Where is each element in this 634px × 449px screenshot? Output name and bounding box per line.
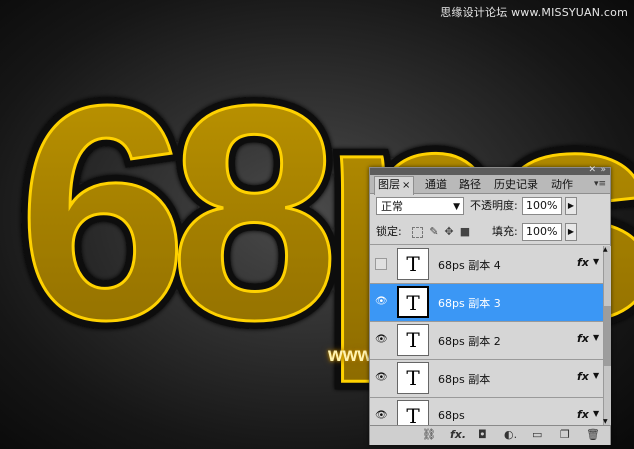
layer-row-copy3[interactable]: 👁 T 68ps 副本 3 <box>370 284 603 322</box>
layer-row-copy[interactable]: 👁 T 68ps 副本 fx ▼ <box>370 360 603 398</box>
panel-close-icon[interactable]: ✕ <box>588 165 596 175</box>
lock-pixels-brush-icon[interactable]: ✎ <box>428 226 440 238</box>
adjustment-icon[interactable]: ◐. <box>504 428 517 441</box>
fill-slider-button[interactable]: ▶ <box>565 223 577 241</box>
eye-icon[interactable]: 👁 <box>375 296 388 308</box>
text-layer-thumbnail: T <box>397 248 429 280</box>
link-icon[interactable]: ⛓ <box>422 428 436 441</box>
layer-name[interactable]: 68ps 副本 <box>438 371 490 387</box>
expand-effects-icon[interactable]: ▼ <box>593 333 599 342</box>
text-layer-thumbnail: T <box>397 400 429 425</box>
expand-effects-icon[interactable]: ▼ <box>593 257 599 266</box>
fill-label: 填充: <box>492 225 518 238</box>
layer-name[interactable]: 68ps 副本 4 <box>438 257 501 273</box>
blend-mode-value: 正常 <box>381 200 403 213</box>
folder-icon[interactable]: ▭ <box>532 428 542 441</box>
mask-icon[interactable]: ◘ <box>478 428 487 441</box>
panel-bottom-toolbar: ⛓ fx. ◘ ◐. ▭ ❐ 🗑 <box>370 425 610 445</box>
visibility-toggle-empty[interactable] <box>375 258 387 270</box>
lock-position-move-icon[interactable]: ✥ <box>443 226 455 238</box>
eye-icon[interactable]: 👁 <box>375 334 388 346</box>
layer-list: T 68ps 副本 4 fx ▼ 👁 T 68ps 副本 3 👁 T 68ps … <box>370 246 603 425</box>
expand-effects-icon[interactable]: ▼ <box>593 409 599 418</box>
tab-close-icon[interactable]: × <box>402 180 410 191</box>
opacity-input[interactable]: 100% <box>522 197 562 215</box>
eye-icon[interactable]: 👁 <box>375 410 388 422</box>
scrollbar-thumb[interactable] <box>604 306 611 366</box>
panel-tabs: 图层 × 通道 路径 历史记录 动作 ▾≡ <box>370 175 610 195</box>
tab-layers-label: 图层 <box>378 178 400 191</box>
layer-name[interactable]: 68ps 副本 2 <box>438 333 501 349</box>
collapse-icon[interactable]: » <box>600 165 606 175</box>
layer-row-base[interactable]: 👁 T 68ps fx ▼ <box>370 398 603 425</box>
text-layer-thumbnail: T <box>397 362 429 394</box>
fx-badge[interactable]: fx <box>577 332 589 345</box>
eye-icon[interactable]: 👁 <box>375 372 388 384</box>
text-layer-thumbnail: T <box>397 324 429 356</box>
scroll-down-icon[interactable]: ▼ <box>603 418 608 425</box>
tab-paths[interactable]: 路径 <box>456 177 484 193</box>
lock-all-icon[interactable]: ■ <box>459 226 471 238</box>
fx-badge[interactable]: fx <box>577 370 589 383</box>
layer-row-copy4[interactable]: T 68ps 副本 4 fx ▼ <box>370 246 603 284</box>
text-layer-thumbnail: T <box>397 286 429 318</box>
new-layer-icon[interactable]: ❐ <box>560 428 570 441</box>
blend-row: 正常 ▼ 不透明度: 100% ▶ <box>370 196 610 218</box>
lock-row: 锁定: ✎ ✥ ■ 填充: 100% ▶ <box>370 222 610 245</box>
fx-badge[interactable]: fx <box>577 256 589 269</box>
expand-effects-icon[interactable]: ▼ <box>593 371 599 380</box>
lock-transparency-icon[interactable] <box>412 227 423 238</box>
blend-mode-select[interactable]: 正常 ▼ <box>376 197 464 215</box>
watermark-text: 思缘设计论坛 www.MISSYUAN.com <box>440 6 628 19</box>
layers-panel: ✕ » 图层 × 通道 路径 历史记录 动作 ▾≡ 正常 ▼ 不透明度: 100%… <box>369 165 611 445</box>
fx-badge[interactable]: fx <box>577 408 589 421</box>
tab-layers[interactable]: 图层 × <box>374 176 415 195</box>
layer-name[interactable]: 68ps 副本 3 <box>438 295 501 311</box>
scroll-up-icon[interactable]: ▲ <box>603 246 608 253</box>
opacity-slider-button[interactable]: ▶ <box>565 197 577 215</box>
panel-titlebar[interactable]: ✕ » <box>370 165 610 175</box>
lock-label: 锁定: <box>376 225 402 238</box>
tab-actions[interactable]: 动作 <box>548 177 576 193</box>
chevron-down-icon: ▼ <box>453 202 460 212</box>
layer-name[interactable]: 68ps <box>438 409 465 422</box>
trash-icon[interactable]: 🗑 <box>586 428 600 441</box>
layer-row-copy2[interactable]: 👁 T 68ps 副本 2 fx ▼ <box>370 322 603 360</box>
opacity-label: 不透明度: <box>470 199 518 212</box>
tab-channels[interactable]: 通道 <box>422 177 450 193</box>
layer-list-scrollbar[interactable]: ▲ ▼ <box>603 246 611 425</box>
fx-icon[interactable]: fx. <box>450 428 466 441</box>
panel-menu-icon[interactable]: ▾≡ <box>594 179 606 189</box>
tab-history[interactable]: 历史记录 <box>491 177 541 193</box>
fill-input[interactable]: 100% <box>522 223 562 241</box>
